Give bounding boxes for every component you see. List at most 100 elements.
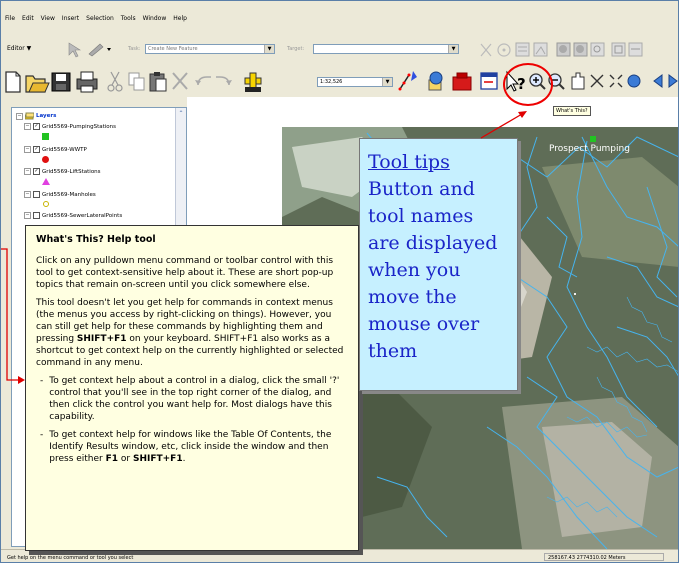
edit-tool-icon[interactable] — [68, 42, 82, 58]
help-paragraph-1: Click on any pulldown menu command or to… — [36, 256, 334, 290]
layer-visibility-checkbox[interactable] — [33, 191, 40, 198]
arctoolbox-icon[interactable] — [452, 72, 472, 91]
zoom-in-fixed-icon[interactable] — [556, 42, 571, 57]
toc-root-layers[interactable]: − Layers — [16, 112, 56, 120]
back-extent-icon[interactable] — [653, 74, 663, 88]
cut-icon[interactable] — [107, 71, 123, 92]
help-bullet-2-text-c: or — [118, 454, 133, 464]
redo-icon[interactable] — [216, 76, 232, 86]
sketch-properties-icon[interactable] — [533, 42, 548, 57]
fixed-zoom-out-icon[interactable] — [609, 74, 623, 88]
toc-layer-lift-stations[interactable]: − ✓ Grid5569-LiftStations — [24, 168, 101, 175]
tool-tips-callout: Tool tips Button and tool names are disp… — [359, 138, 518, 391]
layer-visibility-checkbox[interactable]: ✓ — [33, 123, 40, 130]
scroll-up-icon[interactable]: ⌃ — [177, 110, 185, 118]
layers-icon — [25, 112, 34, 120]
add-data-icon[interactable] — [244, 72, 262, 92]
collapse-icon[interactable]: − — [24, 146, 31, 153]
layer-visibility-checkbox[interactable] — [33, 212, 40, 219]
menu-insert[interactable]: Insert — [62, 15, 79, 29]
full-extent-icon[interactable] — [611, 42, 626, 57]
layer-visibility-checkbox[interactable]: ✓ — [33, 168, 40, 175]
magenta-triangle-symbol-icon — [42, 178, 50, 185]
collapse-icon[interactable]: − — [16, 112, 23, 120]
callout-line: them — [368, 340, 418, 362]
status-message: Get help on the menu command or tool you… — [7, 555, 134, 561]
menu-selection[interactable]: Selection — [86, 15, 114, 29]
undo-icon[interactable] — [195, 76, 211, 86]
delete-icon[interactable] — [172, 72, 188, 90]
paste-icon[interactable] — [149, 72, 167, 92]
layer-name: Grid5569-SewerLateralPoints — [42, 212, 123, 219]
layer-name: Grid5569-WWTP — [42, 146, 87, 153]
toc-layer-manholes[interactable]: − Grid5569-Manholes — [24, 191, 96, 198]
collapse-icon[interactable]: − — [24, 212, 31, 219]
map-scale-combo[interactable]: 1:32,526 ▼ — [317, 77, 393, 87]
editor-toolbar-icon[interactable] — [398, 71, 418, 91]
save-icon[interactable] — [51, 72, 71, 92]
layout-zoom-icon[interactable] — [590, 42, 605, 57]
lift-stations-symbol — [42, 178, 50, 185]
zoom-out-fixed-icon[interactable] — [573, 42, 588, 57]
menu-help[interactable]: Help — [173, 15, 187, 29]
map-scale-value: 1:32,526 — [320, 79, 343, 85]
menu-file[interactable]: File — [5, 15, 15, 29]
callout-line: move the — [368, 286, 457, 308]
help-bullet-2-text-a: To get context help for windows like the… — [49, 430, 332, 464]
menu-tools[interactable]: Tools — [121, 15, 136, 29]
chevron-down-icon[interactable]: ▼ — [264, 45, 274, 53]
chevron-down-icon[interactable]: ▼ — [382, 78, 392, 86]
print-icon[interactable] — [76, 71, 98, 93]
shift-f1-key: SHIFT+F1 — [76, 334, 127, 344]
fixed-zoom-in-icon[interactable] — [590, 74, 604, 88]
collapse-icon[interactable]: − — [24, 191, 31, 198]
layer-visibility-checkbox[interactable]: ✓ — [33, 146, 40, 153]
copy-icon[interactable] — [128, 72, 145, 91]
collapse-icon[interactable]: − — [24, 123, 31, 130]
rotate-icon[interactable] — [497, 43, 511, 57]
shift-f1-key-2: SHIFT+F1 — [132, 454, 183, 464]
yellow-dot-symbol-icon — [43, 201, 49, 207]
new-document-icon[interactable] — [5, 71, 21, 93]
menu-bar: File Edit View Insert Selection Tools Wi… — [5, 15, 187, 29]
segment-icon[interactable] — [480, 43, 492, 57]
pan-icon[interactable] — [571, 72, 585, 90]
menu-window[interactable]: Window — [143, 15, 167, 29]
whats-this-help-popup[interactable]: What's This? Help tool Click on any pull… — [25, 225, 359, 551]
fixed-extent-icon[interactable] — [628, 42, 643, 57]
green-square-symbol-icon — [42, 133, 49, 140]
wwtp-symbol — [42, 156, 49, 163]
menu-view[interactable]: View — [41, 15, 55, 29]
open-folder-icon[interactable] — [25, 75, 50, 93]
task-value: Create New Feature — [148, 46, 198, 52]
toc-layer-wwtp[interactable]: − ✓ Grid5569-WWTP — [24, 146, 87, 153]
help-bullet-2: - To get context help for windows like th… — [40, 429, 349, 465]
callout-line: tool names — [368, 205, 474, 227]
editor-toolbar: Editor ▼ Task: Create New Feature ▼ Targ… — [1, 39, 678, 61]
collapse-icon[interactable]: − — [24, 168, 31, 175]
layer-name: Grid5569-LiftStations — [42, 168, 101, 175]
arccatalog-icon[interactable] — [428, 71, 443, 91]
help-title: What's This? Help tool — [36, 234, 156, 245]
target-combo[interactable]: ▼ — [313, 44, 459, 54]
sketch-tool-icon[interactable] — [88, 43, 111, 57]
globe-icon[interactable] — [627, 74, 641, 88]
toc-layer-sewer-lateral-points[interactable]: − Grid5569-SewerLateralPoints — [24, 212, 122, 219]
toc-layer-pumping-stations[interactable]: − ✓ Grid5569-PumpingStations — [24, 123, 116, 130]
callout-heading: Tool tips — [368, 151, 450, 173]
attributes-icon[interactable] — [515, 42, 530, 57]
task-label: Task: — [128, 46, 141, 52]
layer-name: Grid5569-Manholes — [42, 191, 96, 198]
f1-key: F1 — [105, 454, 119, 464]
target-label: Target: — [287, 46, 305, 52]
arcmap-window: File Edit View Insert Selection Tools Wi… — [0, 0, 679, 563]
layer-name: Grid5569-PumpingStations — [42, 123, 117, 130]
forward-extent-icon[interactable] — [668, 74, 678, 88]
menu-edit[interactable]: Edit — [22, 15, 34, 29]
toc-root-label: Layers — [36, 113, 57, 119]
command-line-icon[interactable] — [480, 72, 498, 90]
chevron-down-icon[interactable]: ▼ — [448, 45, 458, 53]
pumping-station-marker[interactable] — [590, 136, 596, 142]
highlight-circle — [503, 63, 553, 106]
task-combo[interactable]: Create New Feature ▼ — [145, 44, 275, 54]
